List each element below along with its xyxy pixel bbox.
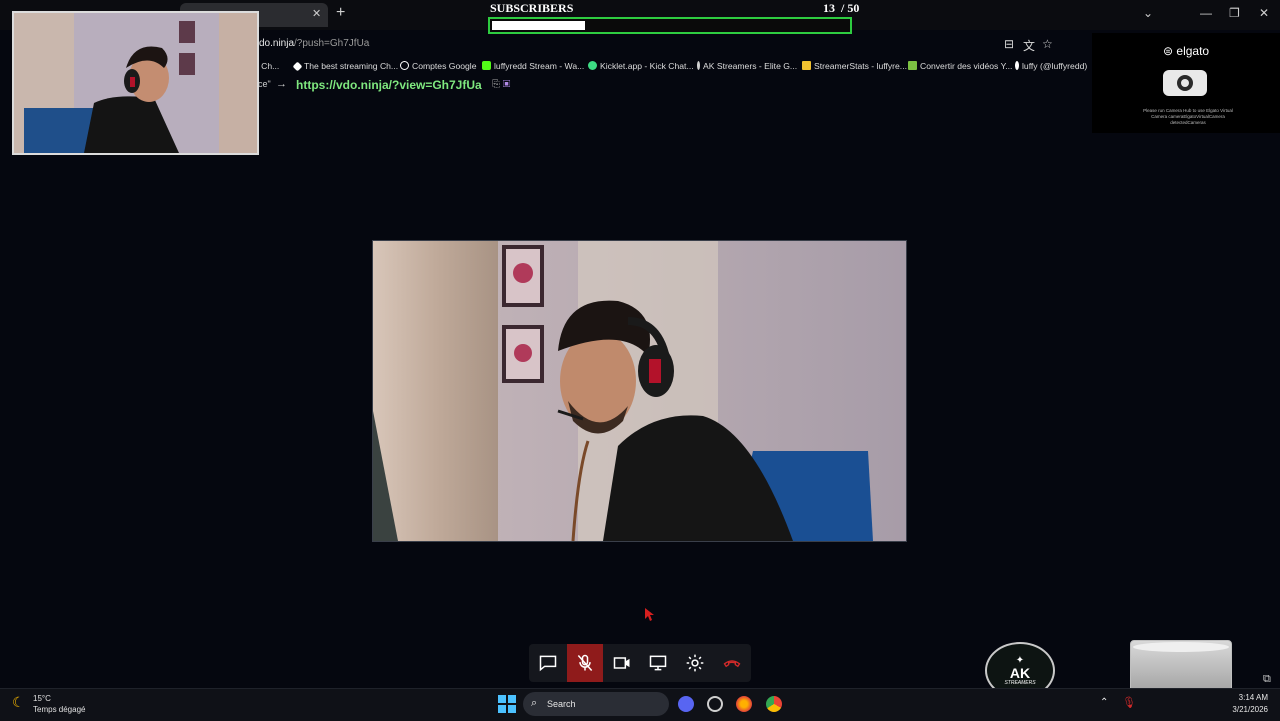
settings-button[interactable] [677,644,713,682]
close-window-icon[interactable]: ✕ [1259,6,1269,20]
screen-capture-icon[interactable]: ⧉ [1263,673,1271,686]
paperclip-icon[interactable]: ⎘ [492,79,500,90]
subscribers-progress-bar [488,17,852,34]
app-icon[interactable] [707,696,723,712]
chevron-down-icon[interactable]: ⌄ [1143,6,1153,20]
elgato-logo: ⊜ elgato [1163,44,1210,58]
bookmark-item[interactable]: AK Streamers - Elite G... [697,61,797,71]
subscribers-current: 13 [823,1,835,15]
hangup-icon [723,660,741,668]
subscribers-label: SUBSCRIBERS [490,1,574,15]
bookmark-favicon-icon [292,61,303,72]
bookmark-item[interactable]: luffyredd Stream - Wa... [482,61,584,71]
link-icons: ⎘ ▣ [492,79,510,90]
start-logo [498,695,516,713]
bookmark-item[interactable]: The best streaming Ch... [292,61,398,72]
download-favicon-icon [908,61,917,70]
view-link[interactable]: https://vdo.ninja/?view=Gh7JfUa [296,78,482,92]
save-icon[interactable]: ▣ [503,79,511,90]
subscribers-goal: / 50 [841,1,860,15]
search-icon: ⌕ [531,697,538,709]
webcam-overlay-image [14,13,257,153]
main-video-image [373,241,906,541]
mute-mic-button[interactable] [567,644,603,682]
tiktok-favicon-icon [1015,61,1019,70]
bookmark-item[interactable]: StreamerStats - luffyre... [802,61,907,71]
bookmark-item[interactable]: luffy (@luffyredd) [1015,61,1087,71]
camera-hub-button[interactable] [1163,70,1207,96]
taskbar-search[interactable] [523,692,669,716]
bookmark-star-icon[interactable]: ☆ [1042,37,1053,51]
search-placeholder[interactable]: Search [547,699,576,709]
chrome-icon[interactable] [766,696,782,712]
stats-favicon-icon [802,61,811,70]
microphone-tray-icon[interactable]: 🎙 [1122,696,1136,709]
firefox-icon[interactable] [736,696,752,712]
hangup-button[interactable] [714,644,750,682]
subscribers-count: 13 / 50 [823,1,859,16]
close-tab-icon[interactable]: ✕ [312,7,321,20]
mic-muted-icon [577,654,593,671]
bookmark-item[interactable]: Comptes Google [400,61,477,71]
elgato-logo-icon: ⊜ [1163,44,1174,58]
ak-badge-title: AK [1009,665,1031,681]
screen-share-button[interactable] [640,644,676,682]
camera-lens-icon [1177,75,1193,91]
discord-icon[interactable] [678,696,694,712]
chevron-up-icon[interactable]: ⌃ [1100,697,1108,708]
camera-button[interactable] [604,644,640,682]
weather-temperature[interactable]: 15°C [33,694,51,703]
ak-badge-subtitle: STREAMERS [1004,680,1036,686]
camera-icon [613,657,630,669]
windows-start-icon[interactable] [498,695,516,713]
kick-favicon-icon [482,61,491,70]
clock-date[interactable]: 3/21/2026 [1230,705,1268,714]
bookmark-item[interactable]: Convertir des vidéos Y... [908,61,1012,71]
view-prefix: ce" [258,79,271,89]
address-url[interactable]: vdo.ninja/?push=Gh7JfUa [254,38,369,49]
screen-share-icon [649,655,667,671]
restore-icon[interactable]: ❐ [1229,6,1240,20]
settings-icon [686,654,704,672]
clock-time[interactable]: 3:14 AM [1236,693,1268,702]
chat-icon [539,655,557,672]
moon-weather-icon[interactable]: ☾ [12,694,25,711]
mouse-cursor-icon [645,608,654,621]
google-favicon-icon [400,61,409,70]
url-host: vdo.ninja [254,38,295,49]
elgato-caption: Please run Camera Hub to use Elgato Virt… [1143,108,1233,125]
minimize-icon[interactable]: — [1200,6,1212,20]
kicklet-favicon-icon [588,61,597,70]
chat-button[interactable] [530,644,566,682]
translate-icon[interactable]: 文 [1023,37,1035,54]
new-tab-icon[interactable]: + [336,4,345,22]
weather-description[interactable]: Temps dégagé [33,705,85,714]
webcam-overlay [12,11,259,155]
url-path: /?push=Gh7JfUa [294,38,370,49]
ak-favicon-icon [697,61,700,70]
subscribers-progress-fill [492,21,585,30]
bookmark-item[interactable]: Kicklet.app - Kick Chat... [588,61,694,71]
install-app-icon[interactable]: ⊟ [1004,37,1014,51]
main-video-feed [372,240,907,542]
arrow-right-icon: → [276,78,287,90]
